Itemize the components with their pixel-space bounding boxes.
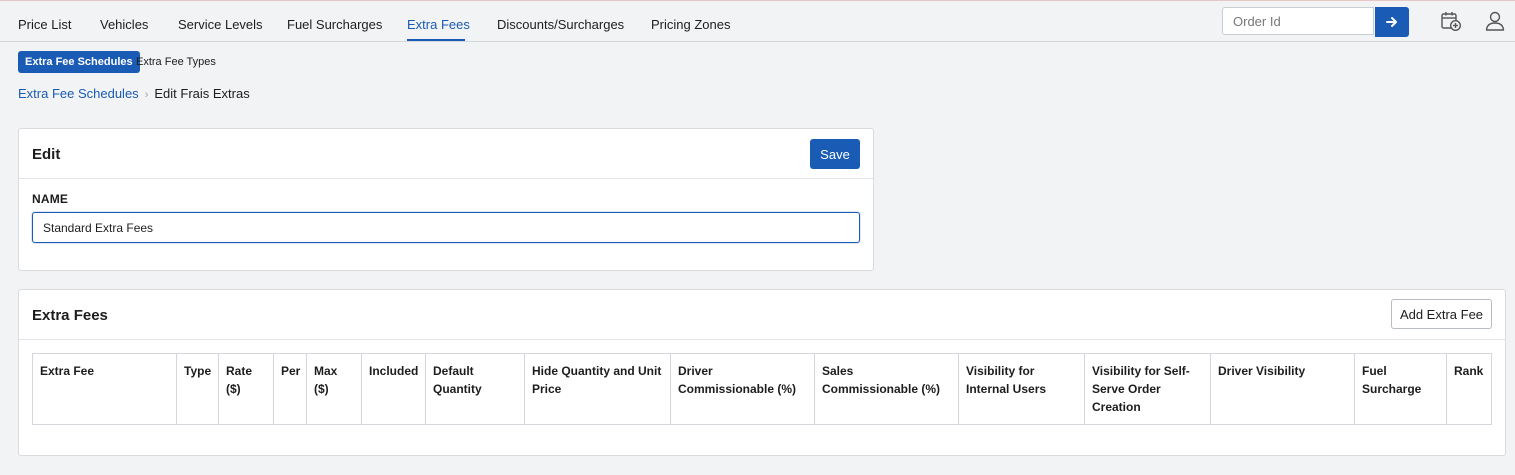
- column-header-driver-visibility[interactable]: Driver Visibility: [1210, 353, 1355, 425]
- edit-card: Edit Save NAME: [18, 128, 874, 271]
- column-header-hide-quantity[interactable]: Hide Quantity and Unit Price: [524, 353, 671, 425]
- add-extra-fee-button[interactable]: Add Extra Fee: [1391, 299, 1492, 329]
- top-navigation: Price List Vehicles Service Levels Fuel …: [0, 1, 1515, 42]
- save-button[interactable]: Save: [810, 139, 860, 169]
- edit-card-header: Edit Save: [19, 129, 873, 179]
- order-id-search-input[interactable]: [1222, 7, 1374, 35]
- extra-fees-card: Extra Fees Add Extra Fee Extra Fee Type …: [18, 289, 1506, 456]
- subtab-extra-fee-schedules[interactable]: Extra Fee Schedules: [18, 51, 140, 73]
- table-header-row: Extra Fee Type Rate ($) Per Max ($) Incl…: [32, 353, 1492, 425]
- column-header-type[interactable]: Type: [176, 353, 219, 425]
- column-header-default-quantity[interactable]: Default Quantity: [425, 353, 525, 425]
- chevron-right-icon: ›: [144, 89, 149, 101]
- breadcrumb: Extra Fee Schedules › Edit Frais Extras: [18, 86, 250, 101]
- active-tab-indicator: [407, 39, 465, 41]
- tab-price-list[interactable]: Price List: [18, 17, 71, 32]
- column-header-visibility-self-serve[interactable]: Visibility for Self-Serve Order Creation: [1084, 353, 1211, 425]
- tab-fuel-surcharges[interactable]: Fuel Surcharges: [287, 17, 382, 32]
- column-header-visibility-internal[interactable]: Visibility for Internal Users: [958, 353, 1085, 425]
- order-search-button[interactable]: [1375, 7, 1409, 37]
- arrow-right-icon: [1386, 17, 1397, 27]
- edit-card-title: Edit: [32, 146, 61, 163]
- subtab-extra-fee-types[interactable]: Extra Fee Types: [136, 51, 216, 73]
- column-header-per[interactable]: Per: [273, 353, 307, 425]
- user-icon[interactable]: [1484, 10, 1506, 32]
- calendar-add-icon[interactable]: [1440, 10, 1462, 32]
- name-input[interactable]: [32, 212, 860, 243]
- tab-pricing-zones[interactable]: Pricing Zones: [651, 17, 730, 32]
- tab-service-levels[interactable]: Service Levels: [178, 17, 263, 32]
- column-header-rate[interactable]: Rate ($): [218, 353, 274, 425]
- extra-fees-card-title: Extra Fees: [32, 307, 108, 324]
- breadcrumb-current: Edit Frais Extras: [154, 86, 250, 101]
- column-header-fuel-surcharge[interactable]: Fuel Surcharge: [1354, 353, 1447, 425]
- tab-discounts-surcharges[interactable]: Discounts/Surcharges: [497, 17, 624, 32]
- column-header-included[interactable]: Included: [361, 353, 426, 425]
- extra-fees-card-header: Extra Fees Add Extra Fee: [19, 290, 1505, 340]
- column-header-sales-commissionable[interactable]: Sales Commissionable (%): [814, 353, 959, 425]
- name-field-label: NAME: [32, 192, 69, 206]
- tab-vehicles[interactable]: Vehicles: [100, 17, 148, 32]
- column-header-max[interactable]: Max ($): [306, 353, 362, 425]
- extra-fees-table: Extra Fee Type Rate ($) Per Max ($) Incl…: [32, 353, 1492, 425]
- column-header-rank[interactable]: Rank: [1446, 353, 1492, 425]
- tab-extra-fees[interactable]: Extra Fees: [407, 17, 470, 32]
- column-header-extra-fee[interactable]: Extra Fee: [32, 353, 177, 425]
- breadcrumb-link-schedules[interactable]: Extra Fee Schedules: [18, 86, 139, 101]
- column-header-driver-commissionable[interactable]: Driver Commissionable (%): [670, 353, 815, 425]
